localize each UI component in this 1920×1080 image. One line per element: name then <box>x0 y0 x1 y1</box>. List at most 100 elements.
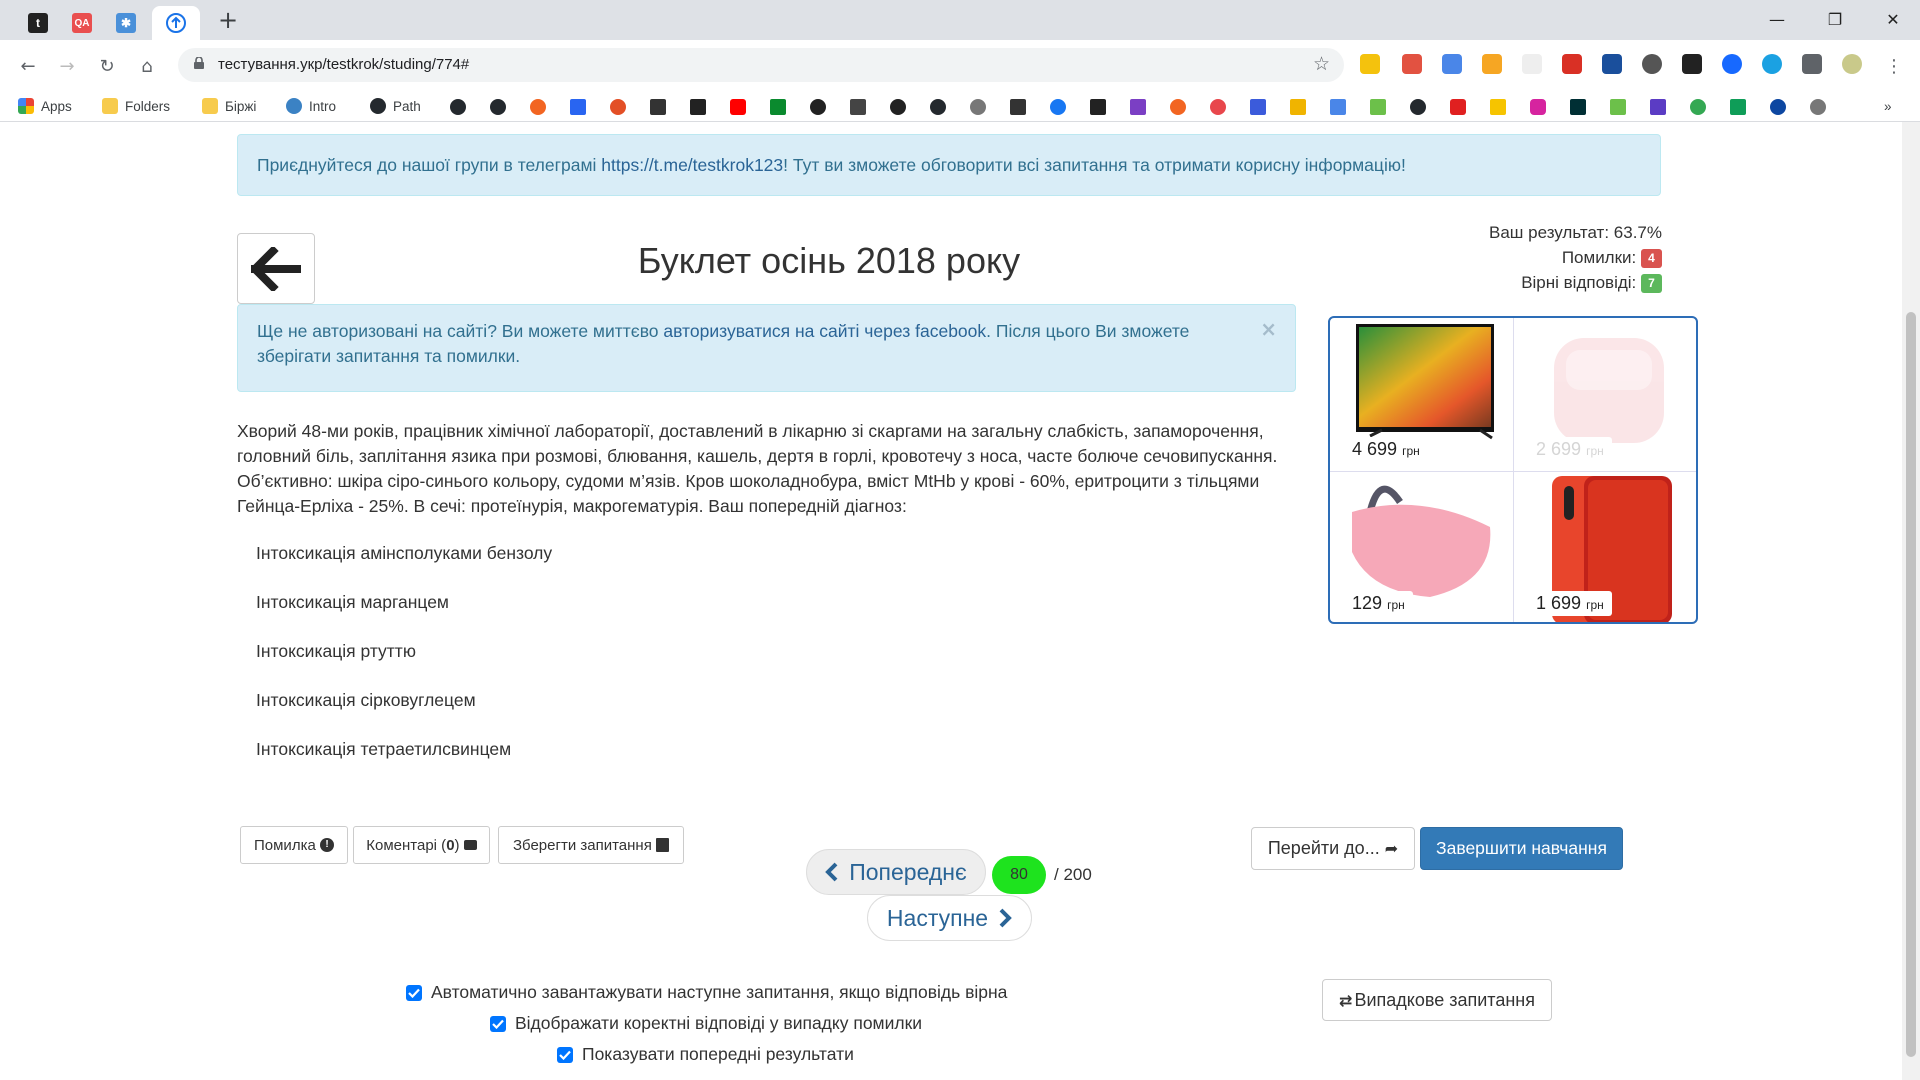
menu-icon[interactable]: ⋮ <box>1880 52 1908 80</box>
extension-icon[interactable] <box>1562 54 1582 74</box>
dou-icon[interactable] <box>690 99 706 115</box>
save-question-button[interactable]: Зберегти запитання <box>498 826 684 864</box>
restore-button[interactable]: ❐ <box>1806 0 1864 38</box>
bookmark-icon[interactable] <box>1610 99 1626 115</box>
reload-icon[interactable]: ↻ <box>93 52 121 80</box>
extension-icon[interactable] <box>1522 54 1542 74</box>
bookmark-icon[interactable] <box>1170 99 1186 115</box>
option-auto-next[interactable]: Автоматично завантажувати наступне запит… <box>406 982 1007 1003</box>
answer-option-2[interactable]: Інтоксикація марганцем <box>256 591 1056 640</box>
facebook-icon[interactable] <box>1050 99 1066 115</box>
bookmark-icon[interactable] <box>1130 99 1146 115</box>
back-button[interactable] <box>237 233 315 304</box>
answer-option-1[interactable]: Інтоксикація амінсполуками бензолу <box>256 542 1056 591</box>
next-button[interactable]: Наступне <box>867 895 1032 941</box>
back-icon[interactable]: ← <box>14 52 42 80</box>
bookmark-star-icon[interactable]: ☆ <box>1313 53 1330 75</box>
book-icon[interactable] <box>850 99 866 115</box>
extension-icon[interactable] <box>1642 54 1662 74</box>
share-arrow-icon: ➦ <box>1384 839 1399 858</box>
close-icon[interactable]: × <box>1260 317 1277 341</box>
ad-item-phone[interactable]: 1 699 грн <box>1514 472 1696 622</box>
github-icon[interactable] <box>1410 99 1426 115</box>
page-scrollbar[interactable] <box>1902 122 1920 1080</box>
answer-option-3[interactable]: Інтоксикація ртуттю <box>256 640 1056 689</box>
translate-icon[interactable] <box>1330 99 1346 115</box>
code-icon[interactable] <box>1250 99 1266 115</box>
profile-avatar[interactable] <box>1842 54 1862 74</box>
minimize-button[interactable]: — <box>1748 0 1806 38</box>
bookmark-icon[interactable] <box>890 99 906 115</box>
bookmark-icon[interactable] <box>1090 99 1106 115</box>
github-icon[interactable] <box>450 99 466 115</box>
w3-icon[interactable] <box>570 99 586 115</box>
extension-icon[interactable] <box>1722 54 1742 74</box>
instagram-icon[interactable] <box>1530 99 1546 115</box>
translate-icon[interactable] <box>1442 54 1462 74</box>
more-bookmarks-button[interactable]: » <box>1884 95 1892 117</box>
bookmark-icon[interactable] <box>1450 99 1466 115</box>
olx-icon[interactable] <box>1570 99 1586 115</box>
maps-icon[interactable] <box>1690 99 1706 115</box>
previous-button[interactable]: Попереднє <box>806 849 986 895</box>
bookmark-icon[interactable] <box>1490 99 1506 115</box>
bookmark-apps[interactable]: Apps <box>18 95 72 117</box>
globe-icon[interactable] <box>970 99 986 115</box>
scrollbar-thumb[interactable] <box>1906 312 1916 1057</box>
telegram-link[interactable]: https://t.me/testkrok123 <box>601 155 783 175</box>
tab-extension[interactable]: ✱ <box>108 6 144 40</box>
address-bar[interactable]: тестування.укр/testkrok/studing/774# ☆ <box>178 48 1344 82</box>
close-window-button[interactable]: ✕ <box>1864 0 1920 38</box>
home-icon[interactable]: ⌂ <box>133 52 161 80</box>
bookmark-intro[interactable]: Intro <box>286 95 336 117</box>
tab-tumblr[interactable]: t <box>20 6 56 40</box>
bookmark-icon[interactable] <box>530 99 546 115</box>
comments-button[interactable]: Коментарі (0) <box>353 826 490 864</box>
report-error-button[interactable]: Помилка ! <box>240 826 348 864</box>
answer-option-4[interactable]: Інтоксикація сірковуглецем <box>256 689 1056 738</box>
bookmark-icon[interactable] <box>1010 99 1026 115</box>
bookmark-icon[interactable] <box>650 99 666 115</box>
extension-icon[interactable] <box>1602 54 1622 74</box>
extension-icon[interactable] <box>1360 54 1380 74</box>
bookmark-birzhi[interactable]: Біржі <box>202 95 256 117</box>
checkbox-show-correct[interactable] <box>490 1015 506 1032</box>
ad-item-mask[interactable]: 129 грн <box>1330 472 1513 622</box>
ad-item-earbuds[interactable]: 2 699 грн <box>1514 318 1696 470</box>
bookmark-icon[interactable] <box>1370 99 1386 115</box>
bookmark-folders[interactable]: Folders <box>102 95 170 117</box>
bookmark-icon[interactable] <box>770 99 786 115</box>
bookmark-icon[interactable] <box>1650 99 1666 115</box>
bookmark-icon[interactable] <box>1770 99 1786 115</box>
checkbox-show-previous[interactable] <box>557 1046 573 1063</box>
new-tab-button[interactable]: + <box>214 6 242 34</box>
github-icon[interactable] <box>490 99 506 115</box>
answer-option-5[interactable]: Інтоксикація тетраетилсвинцем <box>256 738 1056 787</box>
goto-button[interactable]: Перейти до... ➦ <box>1251 827 1415 870</box>
tab-active[interactable] <box>152 6 200 40</box>
extension-icon[interactable] <box>1402 54 1422 74</box>
puzzle-icon[interactable] <box>1802 54 1822 74</box>
option-show-previous[interactable]: Показувати попередні результати <box>557 1044 854 1065</box>
youtube-icon[interactable] <box>730 99 746 115</box>
ad-banner[interactable]: 4 699 грн 2 699 грн 129 грн 1 699 грн <box>1328 316 1698 624</box>
bookmark-icon[interactable] <box>1210 99 1226 115</box>
tab-qa[interactable]: QA <box>64 6 100 40</box>
github-icon[interactable] <box>930 99 946 115</box>
checkbox-auto-next[interactable] <box>406 984 422 1001</box>
extension-icon[interactable] <box>1762 54 1782 74</box>
extension-icon[interactable] <box>1482 54 1502 74</box>
bookmark-icon[interactable] <box>810 99 826 115</box>
bookmark-icon[interactable] <box>1290 99 1306 115</box>
globe-icon[interactable] <box>1810 99 1826 115</box>
random-question-button[interactable]: ⇄ Випадкове запитання <box>1322 979 1552 1021</box>
facebook-login-link[interactable]: авторизуватися на сайті через facebook <box>663 321 986 341</box>
forward-icon[interactable]: → <box>53 52 81 80</box>
bookmark-icon[interactable] <box>610 99 626 115</box>
finish-button[interactable]: Завершити навчання <box>1420 827 1623 870</box>
ad-item-tv[interactable]: 4 699 грн <box>1330 318 1513 470</box>
extension-icon[interactable] <box>1682 54 1702 74</box>
bookmark-icon[interactable] <box>1730 99 1746 115</box>
bookmark-path[interactable]: Path <box>370 95 421 117</box>
option-show-correct[interactable]: Відображати коректні відповіді у випадку… <box>490 1013 922 1034</box>
